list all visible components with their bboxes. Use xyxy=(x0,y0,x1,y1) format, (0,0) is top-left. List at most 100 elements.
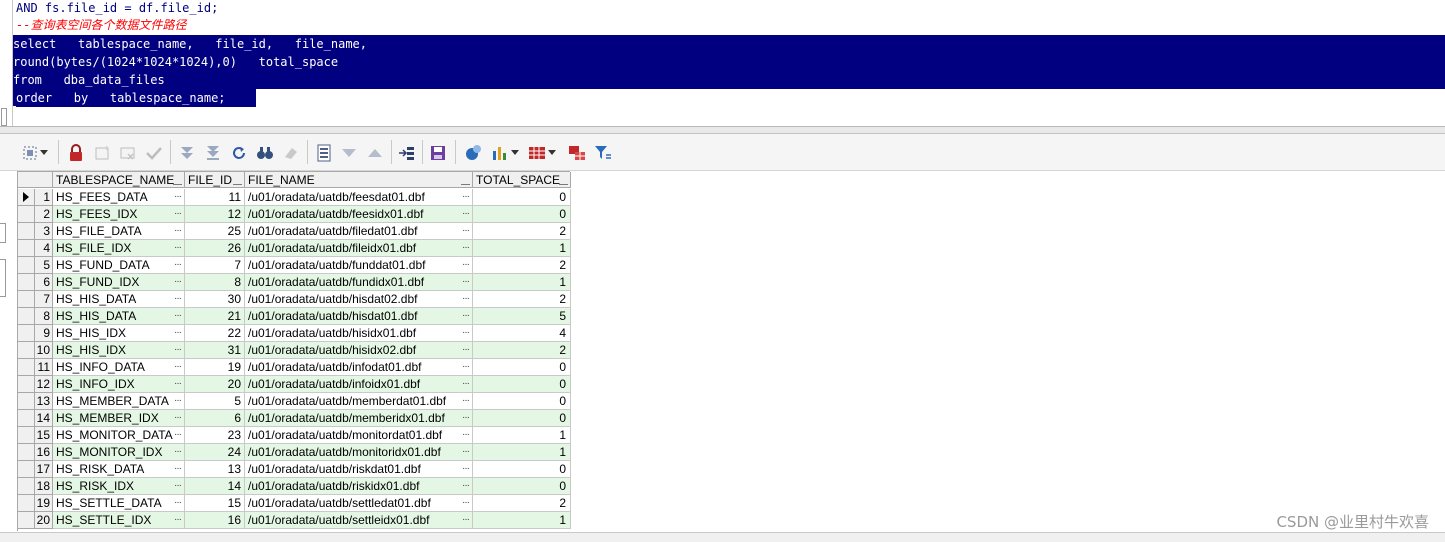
chevron-down-icon[interactable] xyxy=(38,143,50,163)
cell-file-id[interactable]: 21 xyxy=(185,308,245,325)
cell-tablespace-name[interactable]: HS_RISK_DATA ··· xyxy=(53,461,185,478)
pane-splitter[interactable] xyxy=(0,127,1445,134)
filter-icon[interactable] xyxy=(593,143,613,163)
cell-edit-button[interactable]: ··· xyxy=(174,444,182,460)
table-row[interactable]: 17 HS_RISK_DATA ··· 13/u01/oradata/uatdb/ri… xyxy=(18,461,571,478)
row-indicator[interactable] xyxy=(18,257,35,274)
row-number[interactable]: 9 xyxy=(35,325,53,342)
cell-tablespace-name[interactable]: HS_SETTLE_DATA ··· xyxy=(53,495,185,512)
cell-tablespace-name[interactable]: HS_SETTLE_IDX ··· xyxy=(53,512,185,529)
selected-line-4[interactable]: order by tablespace_name; xyxy=(16,89,256,107)
row-number[interactable]: 20 xyxy=(35,512,53,529)
cell-tablespace-name[interactable]: HS_MONITOR_DATA ··· xyxy=(53,427,185,444)
query-by-example-icon[interactable] xyxy=(339,143,359,163)
cell-tablespace-name[interactable]: HS_FUND_IDX ··· xyxy=(53,274,185,291)
cell-total-space[interactable]: 1 xyxy=(473,444,571,461)
chart-dropdown-icon[interactable] xyxy=(509,143,521,163)
cell-edit-button[interactable]: ··· xyxy=(462,410,470,426)
save-icon[interactable] xyxy=(428,143,448,163)
cell-file-id[interactable]: 6 xyxy=(185,410,245,427)
cell-edit-button[interactable]: ··· xyxy=(174,189,182,205)
fetch-last-icon[interactable] xyxy=(203,143,223,163)
cell-tablespace-name[interactable]: HS_HIS_IDX ··· xyxy=(53,325,185,342)
fetch-next-icon[interactable] xyxy=(177,143,197,163)
cell-tablespace-name[interactable]: HS_FILE_IDX ··· xyxy=(53,240,185,257)
table-row[interactable]: 4 HS_FILE_IDX ··· 26/u01/oradata/uatdb/file… xyxy=(18,240,571,257)
cell-edit-button[interactable]: ··· xyxy=(462,342,470,358)
cell-total-space[interactable]: 0 xyxy=(473,410,571,427)
cell-file-id[interactable]: 23 xyxy=(185,427,245,444)
row-indicator[interactable] xyxy=(18,495,35,512)
selected-line-3[interactable]: from dba_data_files xyxy=(13,71,185,89)
table-row[interactable]: 6 HS_FUND_IDX ··· 8/u01/oradata/uatdb/fundi… xyxy=(18,274,571,291)
result-grid[interactable]: TABLESPACE_NAME FILE_ID FILE_NAME TOTAL_… xyxy=(17,171,571,531)
cell-file-name[interactable]: /u01/oradata/uatdb/riskidx01.dbf ··· xyxy=(245,478,473,495)
cell-tablespace-name[interactable]: HS_HIS_DATA ··· xyxy=(53,291,185,308)
new-record-icon[interactable] xyxy=(92,143,112,163)
table-row[interactable]: 11 HS_INFO_DATA ··· 19/u01/oradata/uatdb/in… xyxy=(18,359,571,376)
previous-icon[interactable] xyxy=(365,143,385,163)
cell-total-space[interactable]: 0 xyxy=(473,376,571,393)
table-row[interactable]: 10 HS_HIS_IDX ··· 31/u01/oradata/uatdb/hisi… xyxy=(18,342,571,359)
cell-edit-button[interactable]: ··· xyxy=(462,189,470,205)
cell-edit-button[interactable]: ··· xyxy=(174,240,182,256)
cell-file-name[interactable]: /u01/oradata/uatdb/settleidx01.dbf ··· xyxy=(245,512,473,529)
row-indicator[interactable] xyxy=(18,325,35,342)
row-indicator[interactable] xyxy=(18,410,35,427)
row-indicator[interactable] xyxy=(18,359,35,376)
row-indicator[interactable] xyxy=(18,512,35,529)
cell-file-name[interactable]: /u01/oradata/uatdb/monitordat01.dbf ··· xyxy=(245,427,473,444)
cell-tablespace-name[interactable]: HS_FEES_IDX ··· xyxy=(53,206,185,223)
cell-tablespace-name[interactable]: HS_FUND_DATA ··· xyxy=(53,257,185,274)
row-number[interactable]: 4 xyxy=(35,240,53,257)
delete-record-icon[interactable] xyxy=(118,143,138,163)
cell-file-id[interactable]: 16 xyxy=(185,512,245,529)
cell-file-name[interactable]: /u01/oradata/uatdb/riskdat01.dbf ··· xyxy=(245,461,473,478)
export-icon[interactable] xyxy=(397,143,417,163)
cell-edit-button[interactable]: ··· xyxy=(174,274,182,290)
table-row[interactable]: 20 HS_SETTLE_IDX ··· 16/u01/oradata/uatdb/s… xyxy=(18,512,571,529)
cell-file-id[interactable]: 24 xyxy=(185,444,245,461)
table-row[interactable]: 18 HS_RISK_IDX ··· 14/u01/oradata/uatdb/ris… xyxy=(18,478,571,495)
cell-tablespace-name[interactable]: HS_MEMBER_IDX ··· xyxy=(53,410,185,427)
grid-dropdown-icon[interactable] xyxy=(546,143,558,163)
cell-file-name[interactable]: /u01/oradata/uatdb/memberdat01.dbf ··· xyxy=(245,393,473,410)
cell-total-space[interactable]: 2 xyxy=(473,342,571,359)
cell-file-id[interactable]: 20 xyxy=(185,376,245,393)
compare-icon[interactable] xyxy=(567,143,587,163)
cell-file-name[interactable]: /u01/oradata/uatdb/infodat01.dbf ··· xyxy=(245,359,473,376)
cell-file-name[interactable]: /u01/oradata/uatdb/hisdat01.dbf ··· xyxy=(245,308,473,325)
row-number[interactable]: 2 xyxy=(35,206,53,223)
cell-file-name[interactable]: /u01/oradata/uatdb/hisidx01.dbf ··· xyxy=(245,325,473,342)
row-number[interactable]: 10 xyxy=(35,342,53,359)
column-header-file-name[interactable]: FILE_NAME xyxy=(245,172,473,188)
cell-file-id[interactable]: 19 xyxy=(185,359,245,376)
row-number[interactable]: 16 xyxy=(35,444,53,461)
cell-tablespace-name[interactable]: HS_RISK_IDX ··· xyxy=(53,478,185,495)
row-indicator[interactable] xyxy=(18,206,35,223)
column-header-total-space[interactable]: TOTAL_SPACE xyxy=(473,172,571,188)
row-number[interactable]: 1 xyxy=(35,189,53,206)
row-number[interactable]: 8 xyxy=(35,308,53,325)
cell-edit-button[interactable]: ··· xyxy=(462,274,470,290)
single-record-icon[interactable] xyxy=(314,143,334,163)
cell-total-space[interactable]: 2 xyxy=(473,257,571,274)
cell-file-name[interactable]: /u01/oradata/uatdb/fileidx01.dbf ··· xyxy=(245,240,473,257)
cell-total-space[interactable]: 1 xyxy=(473,240,571,257)
post-record-icon[interactable] xyxy=(144,143,164,163)
cell-file-id[interactable]: 12 xyxy=(185,206,245,223)
cell-file-id[interactable]: 26 xyxy=(185,240,245,257)
cell-total-space[interactable]: 1 xyxy=(473,512,571,529)
table-row[interactable]: 16 HS_MONITOR_IDX ··· 24/u01/oradata/uatdb/… xyxy=(18,444,571,461)
cell-file-name[interactable]: /u01/oradata/uatdb/funddat01.dbf ··· xyxy=(245,257,473,274)
row-indicator[interactable] xyxy=(18,376,35,393)
row-indicator[interactable] xyxy=(18,342,35,359)
cell-file-id[interactable]: 22 xyxy=(185,325,245,342)
row-indicator[interactable] xyxy=(18,240,35,257)
table-row[interactable]: 9 HS_HIS_IDX ··· 22/u01/oradata/uatdb/hisid… xyxy=(18,325,571,342)
cell-total-space[interactable]: 0 xyxy=(473,359,571,376)
left-edge-tab[interactable] xyxy=(0,223,6,243)
row-number[interactable]: 15 xyxy=(35,427,53,444)
cell-edit-button[interactable]: ··· xyxy=(462,478,470,494)
grid-layout-icon[interactable] xyxy=(527,143,547,163)
